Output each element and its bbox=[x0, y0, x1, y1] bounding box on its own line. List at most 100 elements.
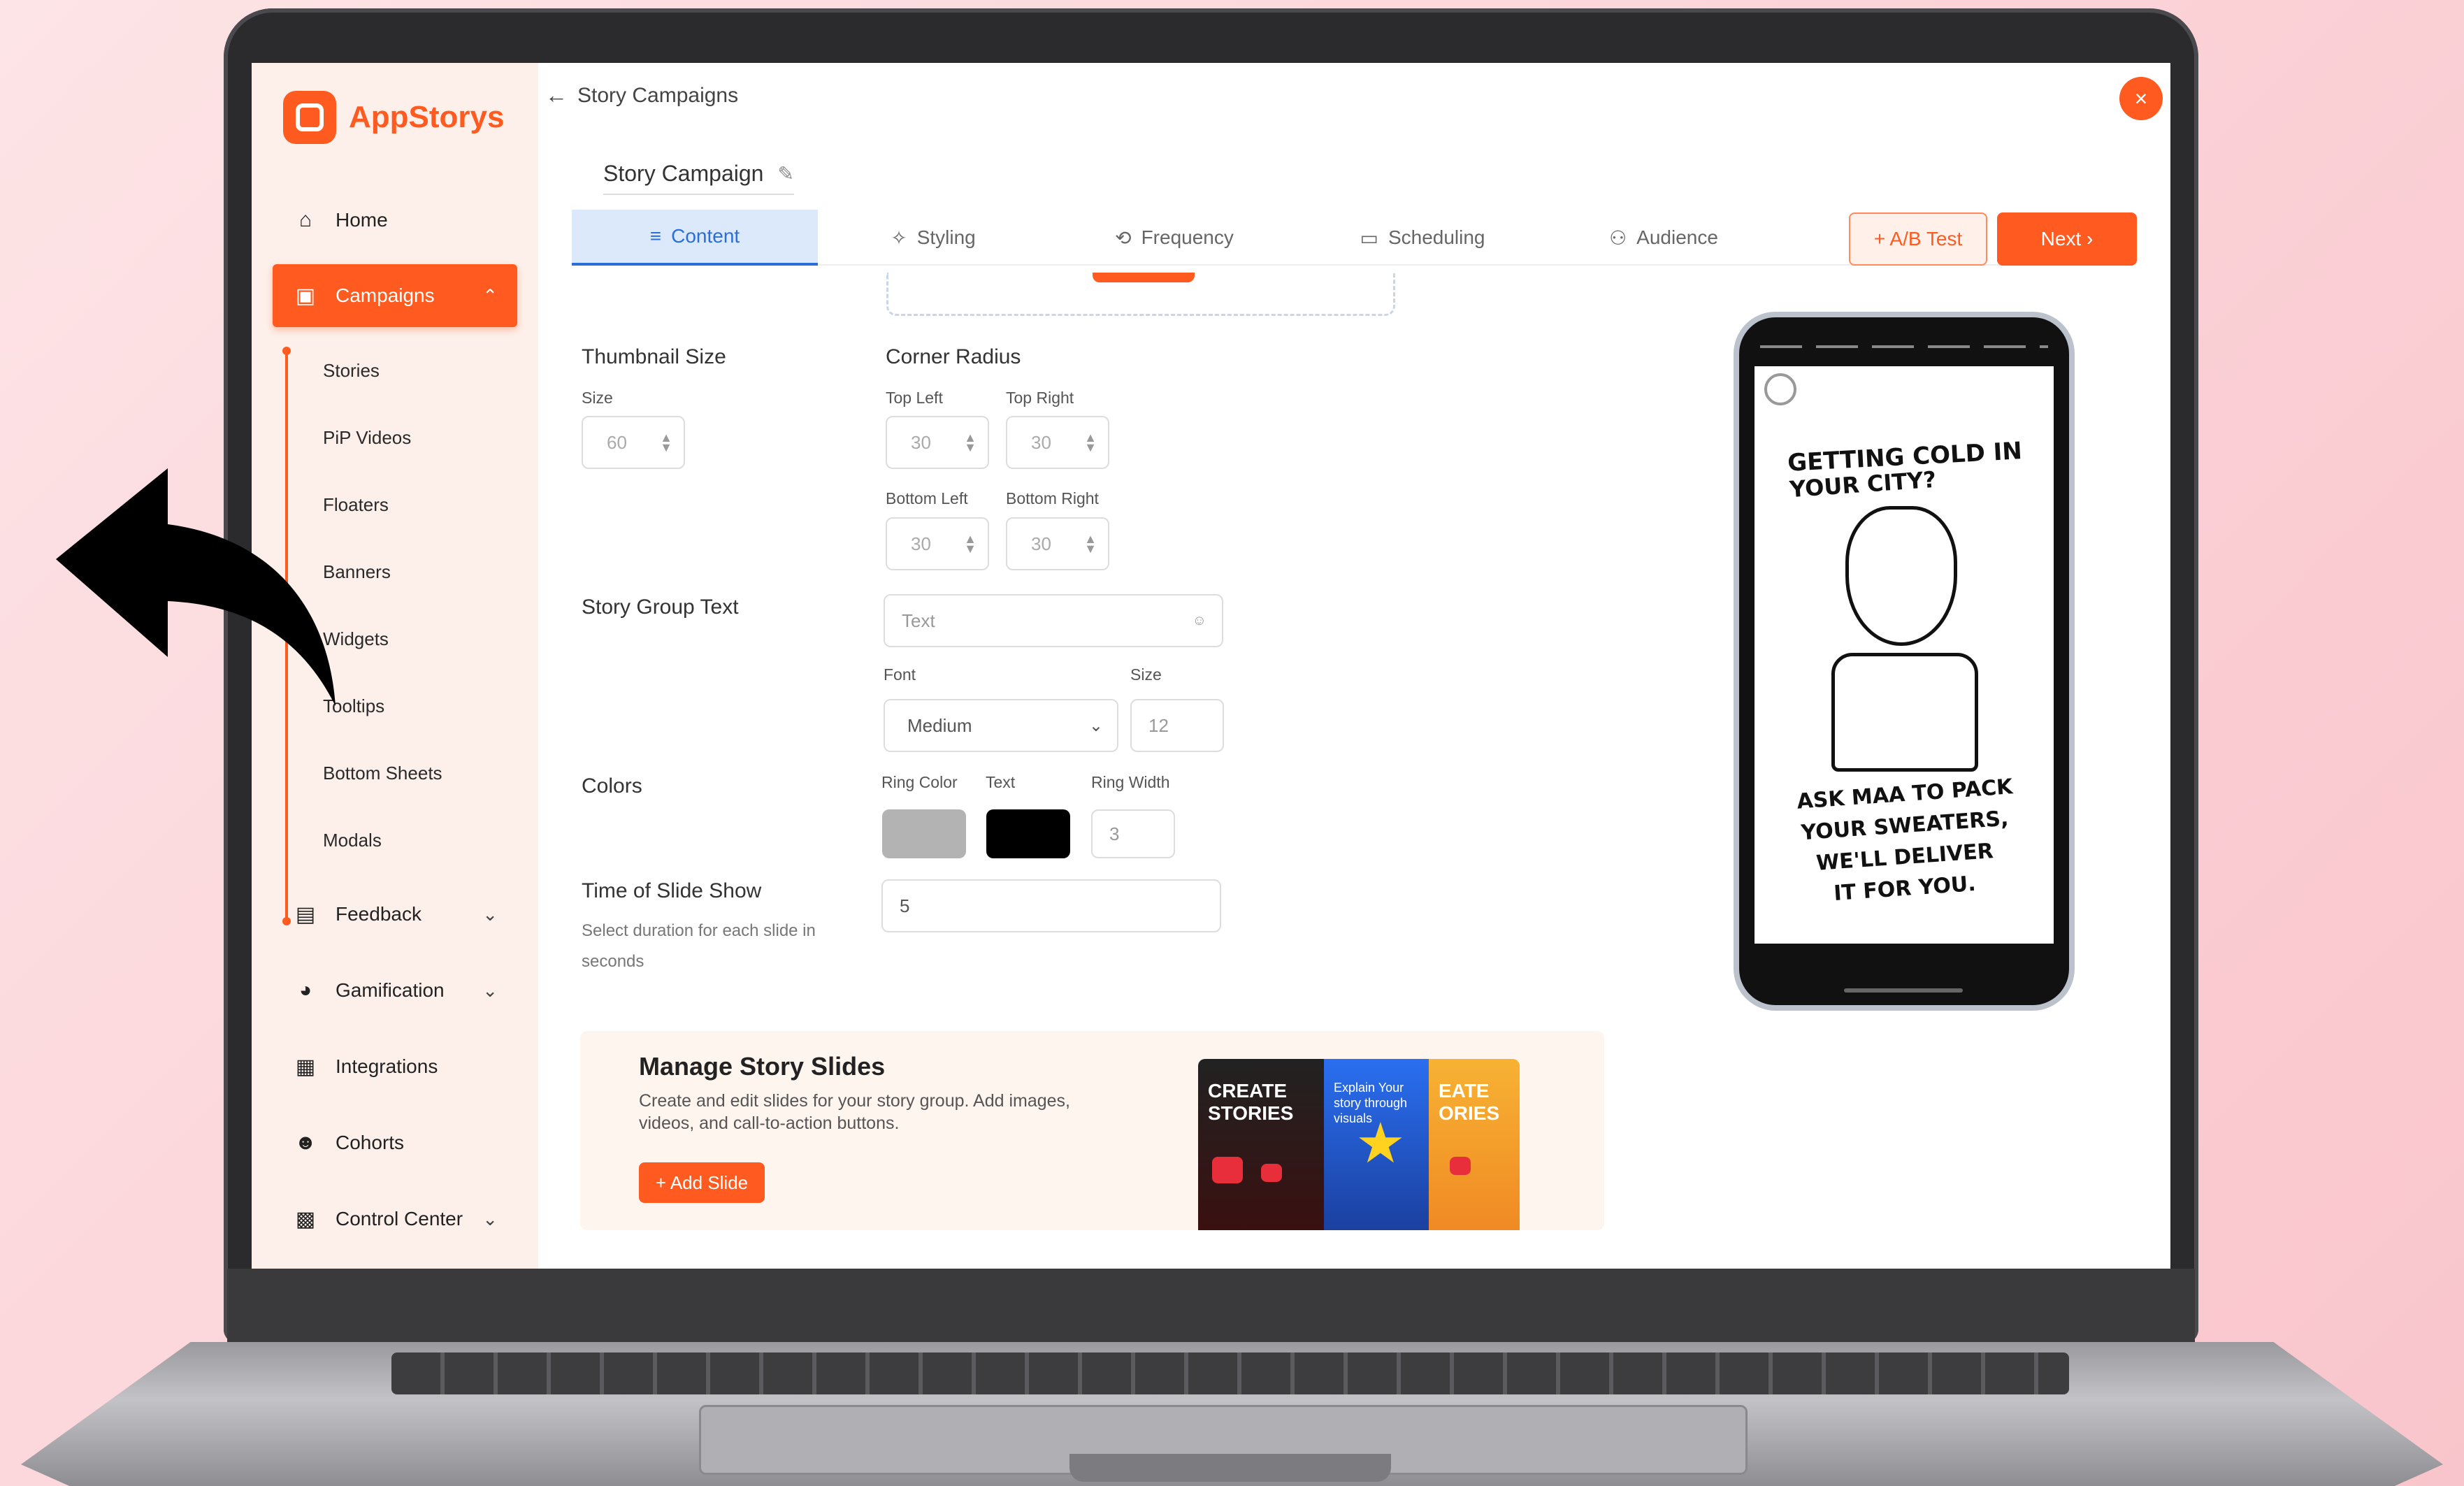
bottom-right-input[interactable]: 30 ▲ ▼ bbox=[1006, 517, 1109, 570]
logo-icon bbox=[283, 91, 336, 144]
thumbnail-text: EATE ORIES bbox=[1439, 1080, 1500, 1124]
input-value: 12 bbox=[1148, 714, 1169, 736]
bottom-left-label: Bottom Left bbox=[886, 489, 968, 507]
tab-label: Content bbox=[671, 225, 740, 247]
sparkle-icon: ✧ bbox=[891, 226, 907, 249]
input-value: 60 bbox=[607, 431, 627, 453]
slide-show-title: Time of Slide Show bbox=[582, 879, 762, 902]
top-right-input[interactable]: 30 ▲ ▼ bbox=[1006, 416, 1109, 469]
ring-width-label: Ring Width bbox=[1091, 773, 1170, 791]
close-button[interactable]: × bbox=[2119, 77, 2163, 120]
spinner-icon[interactable]: ▲ ▼ bbox=[964, 533, 977, 555]
text-size-label: Size bbox=[1130, 665, 1162, 684]
top-left-input[interactable]: 30 ▲ ▼ bbox=[886, 416, 989, 469]
campaign-name-field[interactable]: Story Campaign ✎ bbox=[603, 161, 794, 195]
sidebar-item-campaigns[interactable]: ▣ Campaigns ⌃ bbox=[273, 264, 517, 327]
submenu-item-stories[interactable]: Stories bbox=[323, 360, 380, 382]
upload-dropzone[interactable] bbox=[886, 273, 1395, 316]
tab-audience[interactable]: ⚇ Audience bbox=[1545, 210, 1782, 266]
submenu-item-pip-videos[interactable]: PiP Videos bbox=[323, 427, 411, 449]
app-logo[interactable]: AppStorys bbox=[283, 91, 504, 144]
curved-arrow-icon bbox=[56, 468, 336, 706]
top-left-label: Top Left bbox=[886, 389, 943, 407]
next-button[interactable]: Next › bbox=[1997, 212, 2137, 266]
sidebar-item-gamification[interactable]: ◕ Gamification ⌄ bbox=[273, 959, 517, 1022]
text-color-swatch[interactable] bbox=[986, 809, 1070, 858]
sidebar-item-integrations[interactable]: ▦ Integrations bbox=[273, 1035, 517, 1098]
sidebar-item-label: Cohorts bbox=[336, 1132, 405, 1153]
tab-label: Audience bbox=[1636, 226, 1718, 248]
users-icon: ⚇ bbox=[1609, 226, 1627, 249]
input-value: 30 bbox=[911, 431, 931, 453]
grid-icon: ▦ bbox=[295, 1055, 316, 1079]
sidebar-item-label: Integrations bbox=[336, 1055, 438, 1077]
spinner-icon[interactable]: ▲ ▼ bbox=[964, 431, 977, 454]
spinner-icon[interactable]: ▲ ▼ bbox=[1084, 431, 1097, 454]
tab-styling[interactable]: ✧ Styling bbox=[818, 210, 1049, 266]
sidebar-item-feedback[interactable]: ▤ Feedback ⌄ bbox=[273, 883, 517, 946]
sidebar-item-home[interactable]: ⌂ Home bbox=[273, 189, 517, 252]
text-size-input[interactable]: 12 bbox=[1130, 699, 1224, 752]
chevron-down-icon: ⌄ bbox=[482, 1208, 498, 1229]
add-slide-button[interactable]: + Add Slide bbox=[639, 1162, 765, 1203]
tab-label: Scheduling bbox=[1388, 226, 1485, 248]
thumbnail-explain[interactable]: Explain Your story through visuals ★ bbox=[1324, 1059, 1436, 1230]
laptop-keyboard bbox=[391, 1352, 2069, 1394]
upload-button[interactable] bbox=[1093, 273, 1195, 282]
slide-duration-input[interactable]: 5 bbox=[881, 879, 1221, 932]
input-value: 30 bbox=[911, 533, 931, 554]
tab-frequency[interactable]: ⟲ Frequency bbox=[1049, 210, 1300, 266]
bottom-left-input[interactable]: 30 ▲ ▼ bbox=[886, 517, 989, 570]
bottom-right-label: Bottom Right bbox=[1006, 489, 1099, 507]
repeat-icon: ⟲ bbox=[1115, 226, 1132, 249]
avatar bbox=[1764, 373, 1796, 405]
spinner-icon[interactable]: ▲ ▼ bbox=[660, 431, 672, 454]
thumbnail-create-stories[interactable]: CREATE STORIES bbox=[1198, 1059, 1324, 1230]
sidebar-item-cohorts[interactable]: ☻ Cohorts bbox=[273, 1111, 517, 1174]
users-icon: ☻ bbox=[294, 1131, 317, 1154]
phone-preview: GETTING COLD IN YOUR CITY? ASK MAA TO PA… bbox=[1734, 312, 2075, 1011]
submenu-item-modals[interactable]: Modals bbox=[323, 830, 382, 851]
story-preview-screen: GETTING COLD IN YOUR CITY? ASK MAA TO PA… bbox=[1755, 366, 2054, 944]
thumbnail-size-input[interactable]: 60 ▲ ▼ bbox=[582, 416, 685, 469]
input-value: 5 bbox=[900, 895, 910, 916]
tab-scheduling[interactable]: ▭ Scheduling bbox=[1300, 210, 1545, 266]
heart-icon bbox=[1261, 1164, 1282, 1182]
app-screen: AppStorys ⌂ Home ▣ Campaigns ⌃ Stories P… bbox=[252, 63, 2170, 1269]
spinner-icon[interactable]: ▲ ▼ bbox=[1084, 533, 1097, 555]
text-color-label: Text bbox=[986, 773, 1016, 791]
story-group-text-input[interactable]: Text ☺ bbox=[884, 594, 1223, 647]
font-select[interactable]: Medium ⌄ bbox=[884, 699, 1118, 752]
thumbnail-partial[interactable]: EATE ORIES bbox=[1429, 1059, 1520, 1230]
back-link[interactable]: ← Story Campaigns bbox=[545, 82, 738, 108]
chevron-down-icon: ⌄ bbox=[482, 979, 498, 1001]
doodle-body bbox=[1831, 653, 1978, 772]
input-value: 3 bbox=[1109, 823, 1120, 844]
manage-slides-description: Create and edit slides for your story gr… bbox=[639, 1091, 1070, 1133]
chevron-down-icon: ⌄ bbox=[482, 903, 498, 925]
star-icon: ★ bbox=[1355, 1112, 1406, 1174]
emoji-icon[interactable]: ☺ bbox=[1193, 613, 1206, 629]
submenu-item-bottom-sheets[interactable]: Bottom Sheets bbox=[323, 763, 442, 784]
laptop-chin bbox=[227, 1269, 2195, 1342]
heart-icon bbox=[1450, 1157, 1471, 1175]
sidebar-item-label: Feedback bbox=[336, 903, 422, 925]
story-progress-bar bbox=[1760, 345, 2048, 348]
campaign-icon: ▣ bbox=[295, 284, 316, 308]
pencil-icon[interactable]: ✎ bbox=[777, 162, 793, 185]
size-label: Size bbox=[582, 389, 613, 407]
breadcrumb-title: Story Campaigns bbox=[577, 83, 739, 107]
slide-show-hint: Select duration for each slide in second… bbox=[582, 921, 816, 971]
input-value: 30 bbox=[1031, 533, 1051, 554]
sidebar-item-control-center[interactable]: ▩ Control Center ⌄ bbox=[273, 1188, 517, 1250]
manage-slides-title: Manage Story Slides bbox=[639, 1052, 886, 1081]
chevron-up-icon: ⌃ bbox=[482, 284, 498, 306]
tab-label: Styling bbox=[916, 226, 976, 248]
ab-test-button[interactable]: + A/B Test bbox=[1849, 212, 1987, 266]
tab-label: Frequency bbox=[1141, 226, 1234, 248]
ring-width-input[interactable]: 3 bbox=[1091, 809, 1175, 858]
ring-color-swatch[interactable] bbox=[882, 809, 966, 858]
tab-content[interactable]: ≡ Content bbox=[572, 210, 818, 266]
manage-slides-panel: Manage Story Slides Create and edit slid… bbox=[580, 1031, 1604, 1230]
logo-text: AppStorys bbox=[349, 100, 505, 134]
